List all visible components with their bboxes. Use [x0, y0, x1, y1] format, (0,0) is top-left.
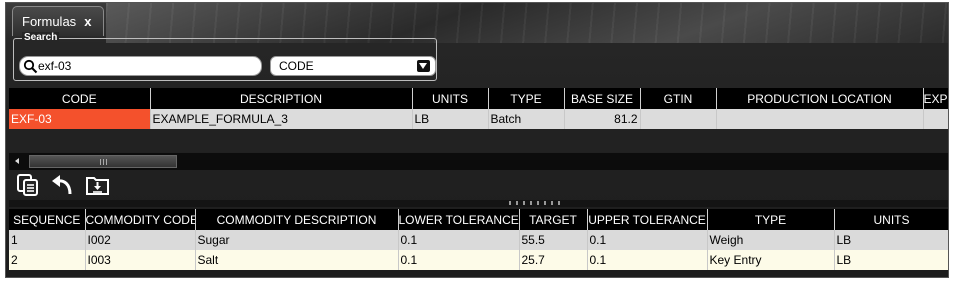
toolbar — [9, 171, 948, 199]
tab-close-button[interactable]: x — [84, 14, 91, 29]
cell-base-size[interactable]: 81.2 — [564, 109, 641, 129]
cell-units[interactable]: LB — [834, 250, 948, 270]
formulas-header-row: CODE DESCRIPTION UNITS TYPE BASE SIZE GT… — [9, 88, 948, 109]
search-group: Search exf-03 CODE — [13, 32, 437, 81]
column-header-type[interactable]: TYPE — [488, 88, 565, 109]
grip-icon — [100, 159, 108, 165]
copy-document-icon[interactable] — [15, 173, 41, 197]
chevron-down-icon[interactable] — [417, 60, 430, 72]
search-field-select[interactable]: CODE — [270, 56, 436, 76]
cell-expiration[interactable] — [923, 109, 948, 129]
cell-description[interactable]: EXAMPLE_FORMULA_3 — [150, 109, 413, 129]
pane-splitter[interactable] — [9, 200, 948, 207]
cell-sequence[interactable]: 2 — [9, 250, 86, 270]
cell-type[interactable]: Weigh — [707, 230, 835, 250]
column-header-commodity-description[interactable]: COMMODITY DESCRIPTION — [195, 209, 399, 230]
formulas-table-empty-area — [9, 130, 948, 152]
column-header-gtin[interactable]: GTIN — [640, 88, 717, 109]
column-header-units[interactable]: UNITS — [834, 209, 948, 230]
cell-commodity-code[interactable]: I002 — [85, 230, 196, 250]
download-folder-icon[interactable] — [85, 173, 111, 197]
cell-target[interactable]: 25.7 — [519, 250, 588, 270]
cell-code[interactable]: EXF-03 — [9, 109, 151, 129]
column-header-production-location[interactable]: PRODUCTION LOCATION — [716, 88, 924, 109]
cell-upper-tolerance[interactable]: 0.1 — [587, 230, 708, 250]
column-header-target[interactable]: TARGET — [519, 209, 588, 230]
formulas-table: CODE DESCRIPTION UNITS TYPE BASE SIZE GT… — [9, 88, 948, 129]
horizontal-scrollbar[interactable] — [9, 153, 948, 170]
column-header-base-size[interactable]: BASE SIZE — [564, 88, 641, 109]
search-legend: Search — [22, 32, 60, 43]
column-header-code[interactable]: CODE — [9, 88, 151, 109]
scroll-left-icon[interactable] — [11, 155, 25, 168]
cell-upper-tolerance[interactable]: 0.1 — [587, 250, 708, 270]
search-field-select-value: CODE — [279, 59, 314, 73]
search-input[interactable]: exf-03 — [19, 56, 262, 76]
undo-icon[interactable] — [49, 173, 75, 197]
commodities-table: SEQUENCE COMMODITY CODE COMMODITY DESCRI… — [9, 209, 948, 270]
cell-production-location[interactable] — [716, 109, 924, 129]
table-row[interactable]: 2 I003 Salt 0.1 25.7 0.1 Key Entry LB — [9, 250, 948, 270]
column-header-type[interactable]: TYPE — [707, 209, 835, 230]
cell-lower-tolerance[interactable]: 0.1 — [398, 230, 520, 250]
cell-gtin[interactable] — [640, 109, 717, 129]
cell-commodity-description[interactable]: Sugar — [195, 230, 399, 250]
column-header-commodity-code[interactable]: COMMODITY CODE — [85, 209, 196, 230]
table-row[interactable]: EXF-03 EXAMPLE_FORMULA_3 LB Batch 81.2 — [9, 109, 948, 129]
cell-type[interactable]: Batch — [488, 109, 565, 129]
cell-lower-tolerance[interactable]: 0.1 — [398, 250, 520, 270]
search-value: exf-03 — [38, 59, 72, 73]
column-header-expiration[interactable]: EXPIR — [923, 88, 948, 109]
search-icon — [23, 59, 38, 74]
column-header-lower-tolerance[interactable]: LOWER TOLERANCE — [398, 209, 520, 230]
scrollbar-thumb[interactable] — [29, 155, 177, 168]
commodities-header-row: SEQUENCE COMMODITY CODE COMMODITY DESCRI… — [9, 209, 948, 230]
column-header-upper-tolerance[interactable]: UPPER TOLERANCE — [587, 209, 708, 230]
cell-units[interactable]: LB — [834, 230, 948, 250]
cell-type[interactable]: Key Entry — [707, 250, 835, 270]
header-background-image — [106, 3, 948, 43]
cell-commodity-code[interactable]: I003 — [85, 250, 196, 270]
cell-target[interactable]: 55.5 — [519, 230, 588, 250]
column-header-units[interactable]: UNITS — [412, 88, 489, 109]
cell-units[interactable]: LB — [412, 109, 489, 129]
formulas-window: Formulas x Search exf-03 CODE CODE DESCRI… — [5, 2, 949, 278]
splitter-grip-icon — [509, 201, 565, 205]
cell-commodity-description[interactable]: Salt — [195, 250, 399, 270]
column-header-description[interactable]: DESCRIPTION — [150, 88, 413, 109]
column-header-sequence[interactable]: SEQUENCE — [9, 209, 86, 230]
tab-label: Formulas — [22, 14, 77, 29]
table-row[interactable]: 1 I002 Sugar 0.1 55.5 0.1 Weigh LB — [9, 230, 948, 250]
cell-sequence[interactable]: 1 — [9, 230, 86, 250]
